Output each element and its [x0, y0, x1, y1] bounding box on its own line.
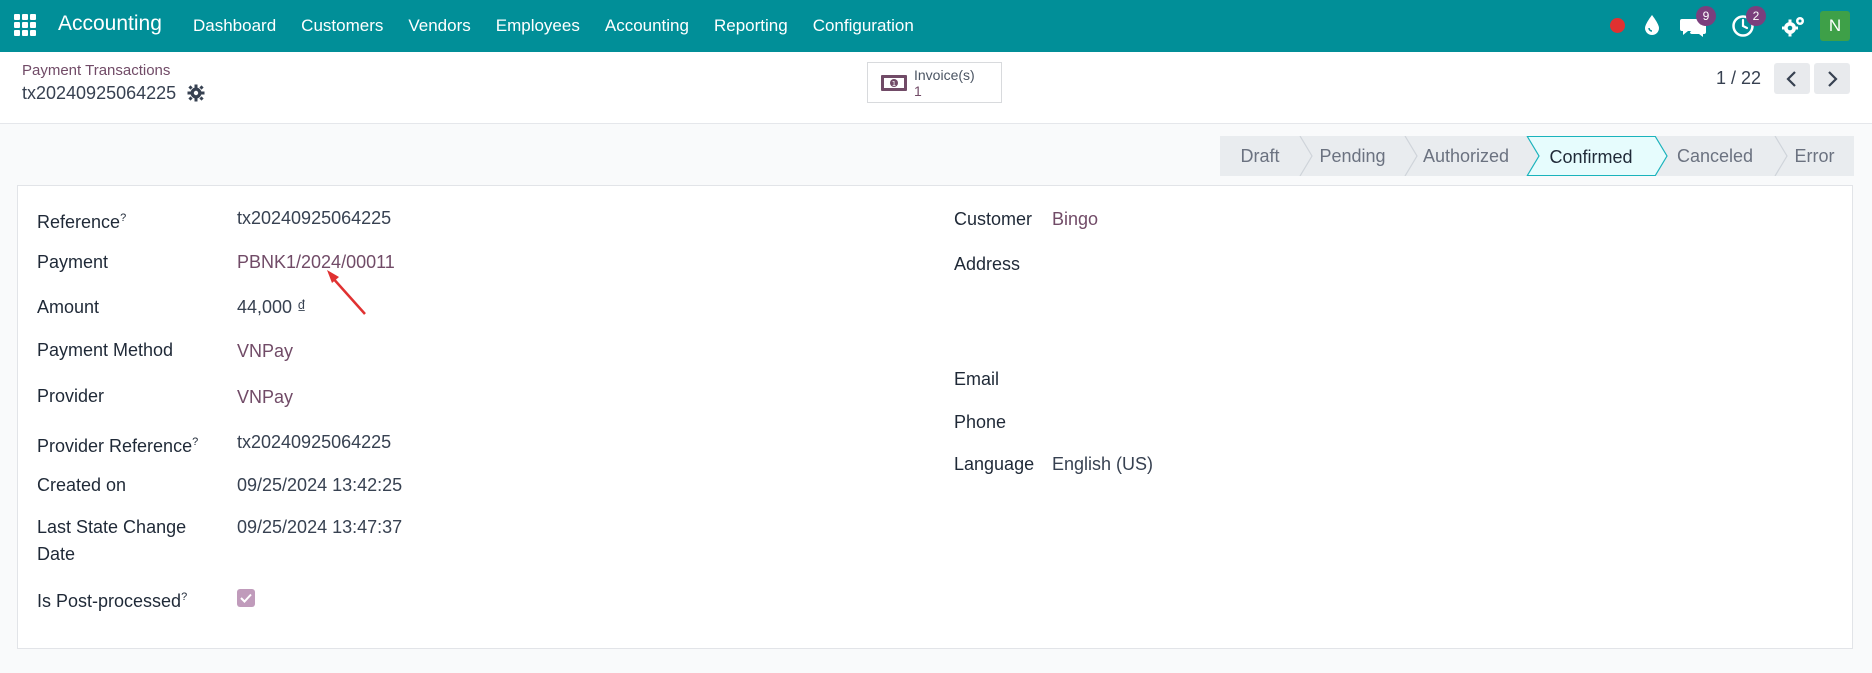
pager-next-button[interactable] — [1814, 63, 1850, 94]
chevron-left-icon — [1786, 70, 1796, 87]
control-panel: Payment Transactions tx20240925064225 1 … — [0, 52, 1872, 124]
money-bill-icon: 1 — [881, 74, 907, 91]
settings-gears-icon[interactable] — [1782, 15, 1806, 37]
chat-badge: 9 — [1696, 6, 1716, 26]
language-value[interactable]: English (US) — [1052, 451, 1153, 478]
menu-item-customers[interactable]: Customers — [301, 16, 383, 36]
invoices-smart-button[interactable]: 1 Invoice(s) 1 — [867, 62, 1002, 103]
menu-item-vendors[interactable]: Vendors — [408, 16, 470, 36]
apps-menu-icon[interactable] — [14, 14, 36, 36]
payment-label: Payment — [37, 252, 109, 272]
payment-method-label: Payment Method — [37, 340, 174, 360]
last-state-change-label: Last State Change Date — [37, 517, 187, 564]
email-label: Email — [954, 369, 1000, 389]
customer-link[interactable]: Bingo — [1052, 206, 1098, 233]
phone-label: Phone — [954, 412, 1007, 432]
created-on-label: Created on — [37, 475, 127, 495]
stage-separators — [1299, 136, 1788, 176]
annotation-arrow-icon — [327, 270, 366, 315]
menu-item-configuration[interactable]: Configuration — [813, 16, 914, 36]
payment-method-link[interactable]: VNPay — [237, 338, 293, 365]
svg-text:1: 1 — [892, 80, 896, 88]
menu-item-accounting[interactable]: Accounting — [605, 16, 689, 36]
recording-status-icon[interactable] — [1610, 18, 1625, 33]
menu-item-dashboard[interactable]: Dashboard — [193, 16, 276, 36]
reference-value: tx20240925064225 — [237, 208, 392, 228]
pager-value[interactable]: 1 / 22 — [1716, 68, 1761, 89]
provider-reference-value: tx20240925064225 — [237, 432, 392, 452]
address-label: Address — [954, 254, 1021, 274]
actions-gear-icon[interactable] — [187, 84, 205, 102]
created-on-value: 09/25/2024 13:42:25 — [237, 475, 403, 495]
smart-button-label: Invoice(s) — [914, 66, 975, 83]
reference-label: Reference? — [37, 212, 127, 232]
provider-link[interactable]: VNPay — [237, 384, 293, 411]
chevron-right-icon — [1828, 70, 1838, 87]
record-title: tx20240925064225 — [22, 83, 177, 103]
smart-button-count: 1 — [914, 82, 922, 99]
menu-item-reporting[interactable]: Reporting — [714, 16, 788, 36]
pager-previous-button[interactable] — [1774, 63, 1810, 94]
language-label: Language — [954, 454, 1035, 474]
top-navbar: Accounting Dashboard Customers Vendors E… — [0, 0, 1872, 52]
amount-label: Amount — [37, 297, 100, 317]
checkmark-icon — [240, 593, 252, 603]
app-name[interactable]: Accounting — [58, 12, 162, 36]
post-processed-checkbox[interactable] — [237, 589, 255, 607]
user-avatar[interactable]: N — [1820, 11, 1850, 41]
post-processed-label: Is Post-processed? — [37, 591, 188, 611]
breadcrumb-payment-transactions[interactable]: Payment Transactions — [22, 62, 170, 79]
payment-link[interactable]: PBNK1/2024/00011 — [237, 249, 395, 276]
customer-label: Customer — [954, 209, 1033, 229]
amount-value: 44,000 ₫ — [237, 297, 307, 317]
provider-label: Provider — [37, 386, 105, 406]
water-drop-icon[interactable] — [1643, 14, 1661, 36]
menu-item-employees[interactable]: Employees — [496, 16, 580, 36]
main-menu: Dashboard Customers Vendors Employees Ac… — [193, 0, 939, 52]
last-state-change-value: 09/25/2024 13:47:37 — [237, 517, 403, 537]
activity-badge: 2 — [1746, 6, 1766, 26]
provider-reference-label: Provider Reference? — [37, 436, 199, 456]
